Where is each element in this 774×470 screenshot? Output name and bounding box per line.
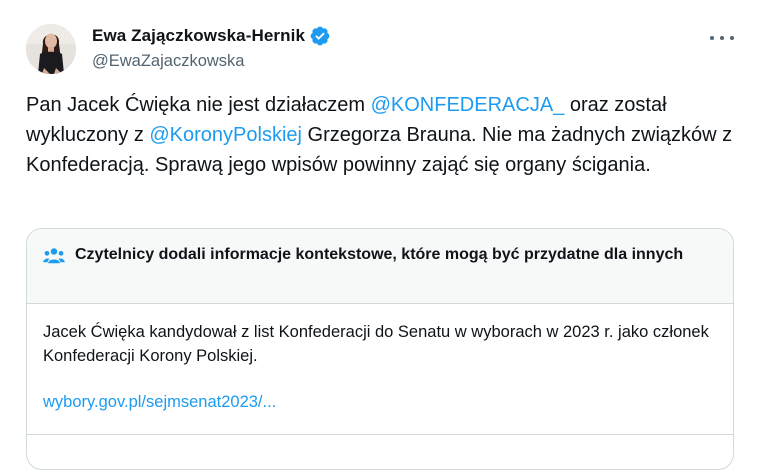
avatar-image	[26, 24, 76, 74]
dot	[710, 36, 714, 40]
community-note-header[interactable]: Czytelnicy dodali informacje kontekstowe…	[27, 229, 733, 304]
community-note-body: Jacek Ćwięka kandydował z list Konfedera…	[27, 304, 733, 414]
author-handle[interactable]: @EwaZajaczkowska	[92, 52, 331, 71]
name-row: Ewa Zajączkowska-Hernik	[92, 24, 331, 48]
mention-link-konfederacja[interactable]: @KONFEDERACJA_	[371, 94, 565, 116]
tweet: Ewa Zajączkowska-Hernik @EwaZajaczkowska…	[0, 0, 774, 470]
tweet-text-segment: Pan Jacek Ćwięka nie jest działaczem	[26, 94, 371, 116]
avatar[interactable]	[26, 24, 76, 74]
verified-badge-icon[interactable]	[309, 25, 331, 47]
community-note-title: Czytelnicy dodali informacje kontekstowe…	[75, 246, 684, 263]
divider	[27, 434, 733, 435]
community-note-link[interactable]: wybory.gov.pl/sejmsenat2023/...	[43, 390, 717, 414]
dot	[720, 36, 724, 40]
author-display-name[interactable]: Ewa Zajączkowska-Hernik	[92, 26, 305, 46]
community-note: Czytelnicy dodali informacje kontekstowe…	[26, 228, 734, 470]
tweet-text: Pan Jacek Ćwięka nie jest działaczem @KO…	[26, 90, 746, 180]
tweet-header: Ewa Zajączkowska-Hernik @EwaZajaczkowska	[92, 24, 331, 71]
mention-link-korony-polskiej[interactable]: @KoronyPolskiej	[149, 124, 302, 146]
community-note-text: Jacek Ćwięka kandydował z list Konfedera…	[43, 323, 709, 365]
people-icon	[43, 248, 65, 264]
dot	[730, 36, 734, 40]
more-options-icon[interactable]	[710, 28, 734, 48]
